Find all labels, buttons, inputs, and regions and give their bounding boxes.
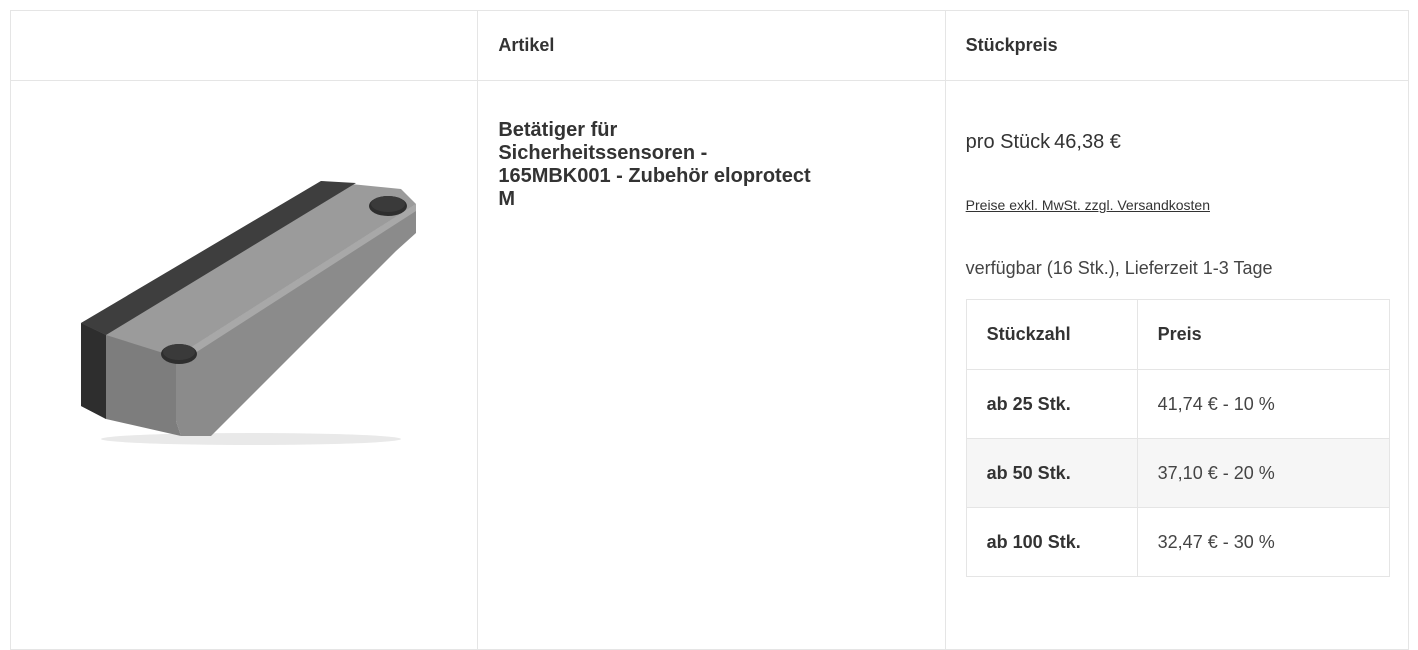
quantity-cell: ab 50 Stk.: [965, 438, 1138, 508]
scale-price-table: Stückzahl Preis ab 25 Stk. 41,74 € - 10 …: [965, 299, 1390, 577]
price-header: Preis: [1136, 299, 1390, 370]
table-row: ab 100 Stk. 32,47 € - 30 %: [965, 507, 1390, 577]
product-title[interactable]: Betätiger für Sicherheitssensoren - 165M…: [498, 119, 818, 211]
unit-price-value: 46,38 €: [1054, 131, 1121, 153]
product-image-cell: [9, 80, 479, 650]
price-cell: 41,74 € - 10 %: [1136, 369, 1390, 439]
tax-shipping-link[interactable]: Preise exkl. MwSt. zzgl. Versandkosten: [966, 197, 1210, 213]
article-cell: Betätiger für Sicherheitssensoren - 165M…: [477, 80, 946, 650]
price-cell: pro Stück 46,38 € Preise exkl. MwSt. zzgl…: [944, 80, 1410, 650]
article-column-header: Artikel: [477, 10, 946, 81]
table-row: ab 25 Stk. 41,74 € - 10 %: [965, 369, 1390, 439]
product-photo[interactable]: [66, 181, 436, 456]
image-column-header: [9, 10, 479, 81]
scale-header-row: Stückzahl Preis: [965, 299, 1390, 370]
unit-price-label: pro Stück: [965, 131, 1051, 153]
price-cell: 32,47 € - 30 %: [1136, 507, 1390, 577]
price-cell: 37,10 € - 20 %: [1136, 438, 1390, 508]
table-row: ab 50 Stk. 37,10 € - 20 %: [965, 438, 1390, 508]
availability-status: verfügbar (16 Stk.), Lieferzeit 1-3 Tage: [965, 258, 1273, 278]
quantity-cell: ab 100 Stk.: [965, 507, 1138, 577]
product-table: Artikel Stückpreis Betätiger für Sicherh…: [9, 10, 1410, 650]
quantity-header: Stückzahl: [965, 299, 1138, 370]
quantity-cell: ab 25 Stk.: [965, 369, 1138, 439]
price-column-header: Stückpreis: [944, 10, 1410, 81]
unit-price: pro Stück 46,38 €: [966, 131, 1388, 154]
product-row: Betätiger für Sicherheitssensoren - 165M…: [9, 80, 1410, 650]
table-header-row: Artikel Stückpreis: [9, 10, 1410, 81]
